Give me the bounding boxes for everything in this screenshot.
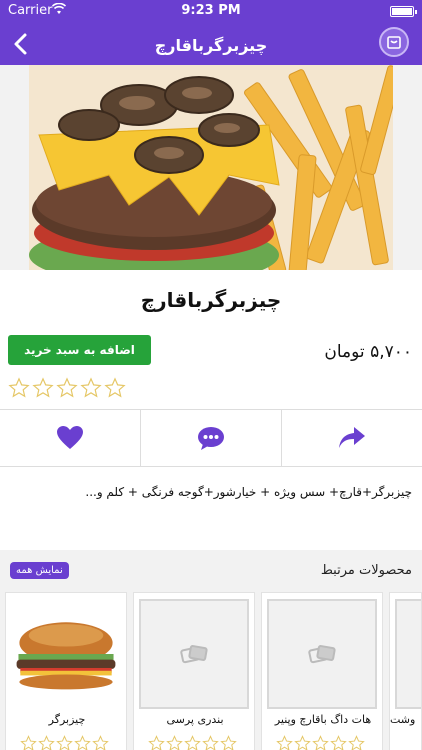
action-bar [0, 409, 422, 467]
star-icon[interactable] [80, 377, 102, 399]
related-product-card[interactable]: وشت [389, 592, 422, 750]
product-description: چیزبرگر+قارچ+ سس ویژه + خیارشور+گوجه فرن… [85, 485, 412, 499]
star-icon [348, 735, 365, 750]
related-product-name: هات داگ باقارچ وپنیر [274, 713, 372, 726]
related-product-card[interactable]: چیزبرگر [5, 592, 127, 750]
star-icon [294, 735, 311, 750]
star-icon [38, 735, 55, 750]
related-products-list: چیزبرگر بندری پرسی هات داگ باقارچ وپنیر … [5, 592, 422, 750]
show-all-button[interactable]: نمایش همه [10, 562, 69, 579]
related-product-image [11, 599, 121, 709]
star-icon [276, 735, 293, 750]
related-product-rating [148, 735, 237, 750]
star-icon [202, 735, 219, 750]
star-icon[interactable] [104, 377, 126, 399]
related-product-rating [276, 735, 365, 750]
star-icon [20, 735, 37, 750]
related-product-image [395, 599, 421, 709]
share-icon [339, 427, 365, 448]
battery-icon [390, 6, 417, 17]
star-icon [74, 735, 91, 750]
related-product-card[interactable]: بندری پرسی [133, 592, 255, 750]
star-icon [330, 735, 347, 750]
add-to-cart-button[interactable]: اضافه به سبد خرید [8, 335, 151, 365]
status-bar: Carrier 9:23 PM [0, 0, 422, 22]
star-icon [56, 735, 73, 750]
star-icon[interactable] [56, 377, 78, 399]
star-icon [92, 735, 109, 750]
image-placeholder-icon [180, 645, 208, 664]
favorite-button[interactable] [0, 410, 140, 466]
related-product-image [267, 599, 377, 709]
cart-icon [387, 36, 401, 49]
related-product-card[interactable]: هات داگ باقارچ وپنیر [261, 592, 383, 750]
comment-icon [198, 427, 224, 450]
star-icon[interactable] [32, 377, 54, 399]
star-icon [166, 735, 183, 750]
clock: 9:23 PM [181, 3, 241, 18]
product-image [29, 65, 393, 270]
navigation-bar: Carrier 9:23 PM چیزبرگرباقارچ [0, 0, 422, 65]
related-product-name: چیزبرگر [48, 713, 86, 726]
related-products-heading: محصولات مرتبط [320, 563, 412, 578]
related-product-name: وشت [390, 713, 416, 726]
cart-button[interactable] [379, 27, 409, 57]
page-title: چیزبرگرباقارچ [154, 36, 268, 55]
heart-icon [57, 426, 83, 449]
star-icon [148, 735, 165, 750]
star-icon[interactable] [8, 377, 30, 399]
rating-stars[interactable] [8, 377, 126, 399]
product-title: چیزبرگرباقارچ [140, 288, 282, 312]
star-icon [312, 735, 329, 750]
related-product-name: بندری پرسی [166, 713, 224, 726]
comment-button[interactable] [140, 410, 281, 466]
star-icon [220, 735, 237, 750]
product-price: ۵,۷۰۰ تومان [324, 342, 412, 362]
star-icon [184, 735, 201, 750]
related-product-image [139, 599, 249, 709]
share-button[interactable] [281, 410, 422, 466]
related-product-rating [20, 735, 109, 750]
image-placeholder-icon [308, 645, 336, 664]
